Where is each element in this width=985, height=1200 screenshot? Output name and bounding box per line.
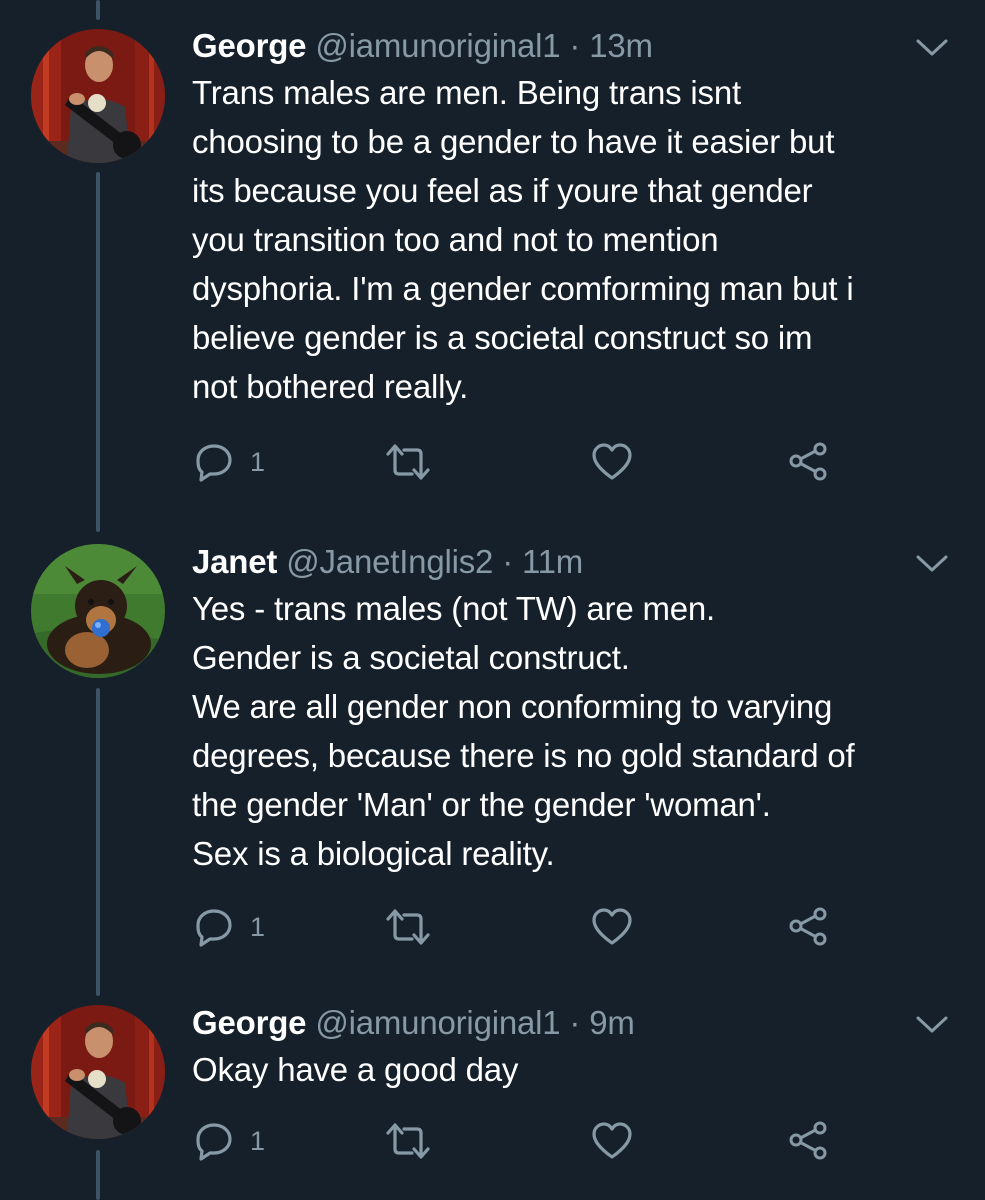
retweet-button[interactable]	[384, 440, 432, 484]
chevron-down-icon[interactable]	[915, 1013, 949, 1037]
display-name[interactable]: Janet	[192, 543, 277, 580]
tweet-text-line: We are all gender non conforming to vary…	[192, 688, 833, 725]
reply-icon	[192, 440, 236, 484]
tweet-actions: 1	[192, 1119, 842, 1163]
reply-count: 1	[250, 446, 266, 477]
retweet-icon	[384, 440, 432, 484]
chevron-down-icon[interactable]	[915, 36, 949, 60]
reply-icon	[192, 905, 236, 949]
display-name[interactable]: George	[192, 27, 307, 64]
timestamp[interactable]: 11m	[522, 543, 583, 580]
timestamp[interactable]: 9m	[589, 1004, 635, 1041]
heart-icon	[590, 440, 634, 484]
tweet-header: George @iamunoriginal1 · 9m	[192, 1003, 955, 1043]
separator-dot: ·	[569, 1004, 581, 1041]
reply-count: 1	[250, 911, 266, 942]
tweet-text-line: degrees, because there is no gold standa…	[192, 737, 855, 774]
share-icon	[786, 905, 830, 949]
reply-count: 1	[250, 1125, 266, 1156]
tweet-text-line: the gender 'Man' or the gender 'woman'.	[192, 786, 771, 823]
tweet-actions: 1	[192, 905, 842, 949]
tweet[interactable]: Janet @JanetInglis2 · 11m Yes - trans ma…	[0, 520, 985, 980]
share-button[interactable]	[786, 905, 830, 949]
reply-button[interactable]: 1	[192, 1119, 265, 1163]
like-button[interactable]	[590, 905, 634, 949]
retweet-button[interactable]	[384, 1119, 432, 1163]
reply-button[interactable]: 1	[192, 905, 265, 949]
tweet-header: George @iamunoriginal1 · 13m	[192, 26, 955, 66]
like-button[interactable]	[590, 440, 634, 484]
tweet-text: Trans males are men. Being trans isnt ch…	[192, 68, 955, 411]
retweet-icon	[384, 905, 432, 949]
tweet-text: Okay have a good day	[192, 1045, 955, 1094]
tweet-text-line: its because you feel as if youre that ge…	[192, 172, 813, 209]
reply-icon	[192, 1119, 236, 1163]
tweet-text: Yes - trans males (not TW) are men. Gend…	[192, 584, 955, 878]
like-button[interactable]	[590, 1119, 634, 1163]
user-handle[interactable]: @JanetInglis2	[286, 543, 493, 580]
avatar[interactable]	[31, 29, 165, 163]
chevron-down-icon[interactable]	[915, 552, 949, 576]
tweet-text-line: dysphoria. I'm a gender comforming man b…	[192, 270, 854, 307]
tweet-text-line: believe gender is a societal construct s…	[192, 319, 813, 356]
tweet[interactable]: George @iamunoriginal1 · 9m Okay have a …	[0, 985, 985, 1200]
retweet-button[interactable]	[384, 905, 432, 949]
tweet-text-line: you transition too and not to mention	[192, 221, 719, 258]
timestamp[interactable]: 13m	[589, 27, 653, 64]
reply-button[interactable]: 1	[192, 440, 265, 484]
avatar[interactable]	[31, 544, 165, 678]
heart-icon	[590, 1119, 634, 1163]
tweet-actions: 1	[192, 440, 842, 484]
user-handle[interactable]: @iamunoriginal1	[315, 27, 560, 64]
display-name[interactable]: George	[192, 1004, 307, 1041]
retweet-icon	[384, 1119, 432, 1163]
tweet-text-line: Gender is a societal construct.	[192, 639, 630, 676]
share-icon	[786, 1119, 830, 1163]
share-button[interactable]	[786, 1119, 830, 1163]
user-handle[interactable]: @iamunoriginal1	[315, 1004, 560, 1041]
tweet-text-line: Sex is a biological reality.	[192, 835, 555, 872]
heart-icon	[590, 905, 634, 949]
tweet-text-line: Yes - trans males (not TW) are men.	[192, 590, 716, 627]
avatar[interactable]	[31, 1005, 165, 1139]
tweet[interactable]: George @iamunoriginal1 · 13m Trans males…	[0, 0, 985, 500]
tweet-header: Janet @JanetInglis2 · 11m	[192, 542, 955, 582]
share-icon	[786, 440, 830, 484]
tweet-text-line: choosing to be a gender to have it easie…	[192, 123, 835, 160]
tweet-text-line: Okay have a good day	[192, 1051, 519, 1088]
tweet-text-line: Trans males are men. Being trans isnt	[192, 74, 741, 111]
share-button[interactable]	[786, 440, 830, 484]
separator-dot: ·	[569, 27, 581, 64]
separator-dot: ·	[502, 543, 513, 580]
tweet-text-line: not bothered really.	[192, 368, 469, 405]
